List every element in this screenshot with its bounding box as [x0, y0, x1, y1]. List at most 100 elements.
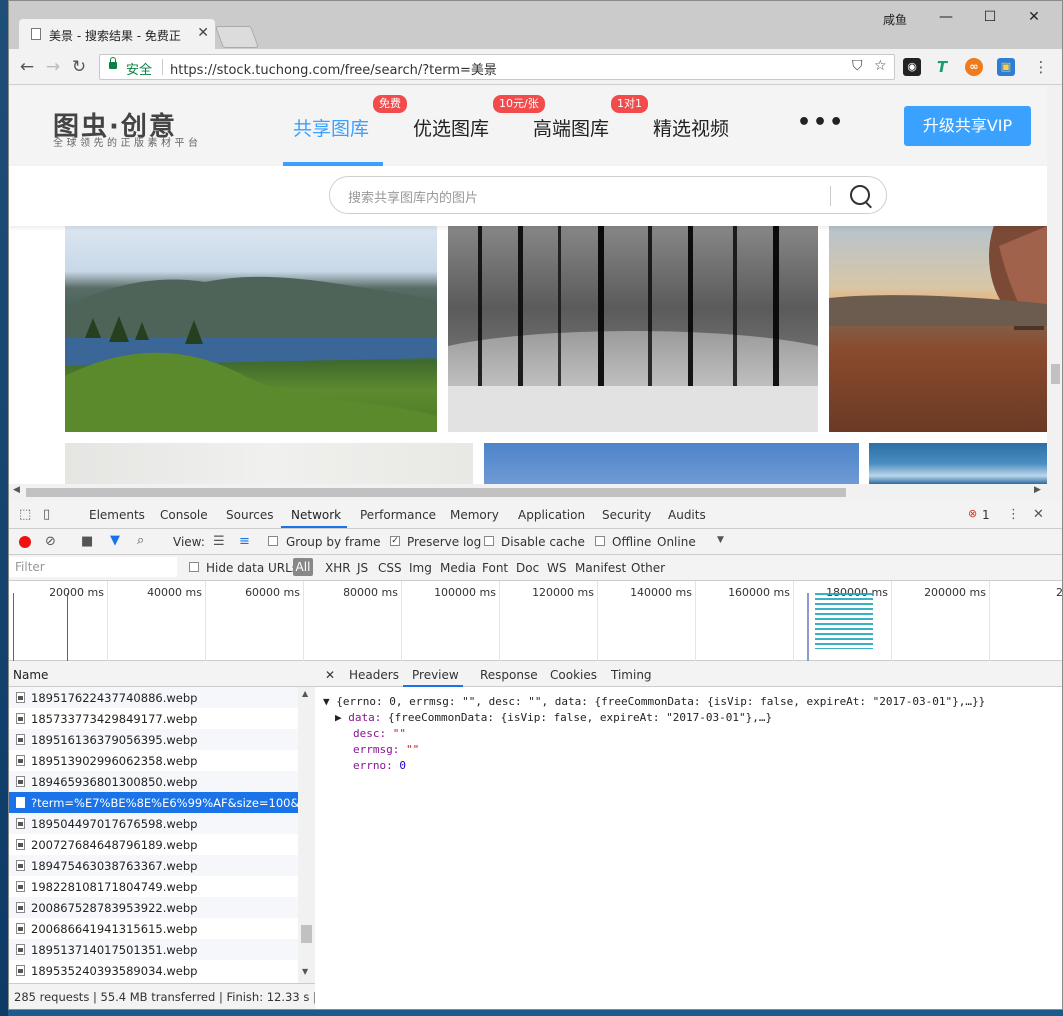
page-scroll-thumb[interactable]	[1051, 364, 1060, 384]
tab-console[interactable]: Console	[160, 508, 208, 522]
scroll-down-icon[interactable]: ▼	[302, 967, 308, 976]
expand-triangle-icon[interactable]: ▼	[323, 695, 330, 708]
group-by-frame-checkbox[interactable]	[268, 536, 278, 546]
devtools-close-icon[interactable]: ✕	[1033, 507, 1044, 522]
tab-application[interactable]: Application	[518, 508, 585, 522]
record-icon[interactable]	[19, 536, 31, 548]
request-list-scroll-thumb[interactable]	[301, 925, 312, 943]
request-row[interactable]: 189465936801300850.webp	[9, 771, 298, 792]
tab-security[interactable]: Security	[602, 508, 651, 522]
filter-icon[interactable]: ▼	[110, 533, 120, 548]
type-filter-js[interactable]: JS	[357, 561, 368, 575]
extension-t-icon[interactable]: T	[933, 58, 951, 76]
waterfall-view-icon[interactable]: ≡	[239, 534, 250, 549]
preserve-log-checkbox[interactable]: ✓	[390, 536, 400, 546]
large-rows-icon[interactable]: ☰	[213, 534, 225, 549]
filter-input[interactable]: Filter	[9, 557, 177, 577]
request-row[interactable]: 189513902996062358.webp	[9, 750, 298, 771]
request-row[interactable]: 200867528783953922.webp	[9, 897, 298, 918]
page-hscroll-thumb[interactable]	[26, 488, 846, 497]
nav-premium-library[interactable]: 优选图库	[413, 114, 489, 141]
throttle-chevron-down-icon[interactable]: ▼	[717, 535, 724, 545]
type-filter-other[interactable]: Other	[631, 561, 665, 575]
network-overview-timeline[interactable]: 20000 ms 40000 ms 60000 ms 80000 ms 100000 m…	[9, 581, 1062, 661]
photo-ocean-waves[interactable]	[869, 443, 1047, 484]
forward-icon[interactable]: →	[41, 55, 65, 79]
type-filter-img[interactable]: Img	[409, 561, 432, 575]
detail-tab-cookies[interactable]: Cookies	[550, 668, 597, 682]
type-filter-font[interactable]: Font	[482, 561, 508, 575]
tab-close-icon[interactable]: ✕	[197, 25, 209, 41]
extension-ghost-icon[interactable]: ◉	[903, 58, 921, 76]
photo-lake-landscape[interactable]	[65, 226, 437, 432]
back-icon[interactable]: ←	[15, 55, 39, 79]
request-row[interactable]: 189516136379056395.webp	[9, 729, 298, 750]
menu-icon[interactable]: ⋮	[1029, 55, 1053, 79]
type-filter-media[interactable]: Media	[440, 561, 476, 575]
photo-hot-air-balloon[interactable]	[829, 226, 1047, 432]
request-row[interactable]: ?term=%E7%BE%8E%E6%99%AF&size=100&page	[9, 792, 298, 813]
page-vertical-scrollbar[interactable]	[1047, 86, 1062, 484]
request-row[interactable]: 198228108171804749.webp	[9, 876, 298, 897]
request-row[interactable]: 189504497017676598.webp	[9, 813, 298, 834]
upgrade-vip-button[interactable]: 升级共享VIP	[904, 106, 1031, 146]
tab-network[interactable]: Network	[291, 508, 341, 522]
nav-more-icon[interactable]: •••	[797, 110, 845, 135]
url-text[interactable]: https://stock.tuchong.com/free/search/?t…	[170, 59, 497, 78]
scroll-up-icon[interactable]: ▲	[302, 689, 308, 698]
tab-performance[interactable]: Performance	[360, 508, 436, 522]
capture-screenshots-icon[interactable]: ■	[81, 534, 93, 549]
request-row[interactable]: 189475463038763367.webp	[9, 855, 298, 876]
detail-tab-timing[interactable]: Timing	[611, 668, 652, 682]
clear-icon[interactable]: ⊘	[45, 534, 56, 549]
tab-elements[interactable]: Elements	[89, 508, 145, 522]
browser-tab[interactable]: 美景 - 搜索结果 - 免费正 ✕	[19, 19, 215, 49]
photo-bw-forest[interactable]	[448, 226, 818, 432]
error-icon[interactable]: ⊗	[968, 507, 977, 520]
search-input[interactable]: 搜索共享图库内的图片	[329, 176, 887, 214]
preview-root[interactable]: ▼ {errno: 0, errmsg: "", desc: "", data:…	[323, 695, 985, 708]
request-row[interactable]: 200727684648796189.webp	[9, 834, 298, 855]
address-bar[interactable]: 安全 https://stock.tuchong.com/free/search…	[99, 54, 895, 80]
search-network-icon[interactable]: ⌕	[137, 533, 144, 548]
tab-sources[interactable]: Sources	[226, 508, 273, 522]
nav-high-end-library[interactable]: 高端图库	[533, 114, 609, 141]
extension-camera-icon[interactable]: ▣	[997, 58, 1015, 76]
throttle-select[interactable]: Online	[657, 535, 696, 549]
request-list-scrollbar[interactable]: ▲ ▼	[298, 687, 315, 983]
name-column-header[interactable]: Name	[9, 661, 315, 687]
scroll-right-icon[interactable]: ▶	[1034, 485, 1041, 495]
new-tab-button[interactable]	[214, 26, 260, 48]
minimize-button[interactable]: —	[923, 5, 969, 29]
request-row[interactable]: 189513714017501351.webp	[9, 939, 298, 960]
disable-cache-checkbox[interactable]	[484, 536, 494, 546]
detail-tab-response[interactable]: Response	[480, 668, 538, 682]
reload-icon[interactable]: ↻	[67, 55, 91, 79]
page-horizontal-scrollbar[interactable]: ◀ ▶	[9, 484, 1047, 501]
detail-tab-preview[interactable]: Preview	[412, 668, 459, 682]
search-icon[interactable]	[850, 185, 870, 205]
type-filter-doc[interactable]: Doc	[516, 561, 539, 575]
close-button[interactable]: ✕	[1011, 5, 1057, 29]
tab-memory[interactable]: Memory	[450, 508, 499, 522]
type-filter-manifest[interactable]: Manifest	[575, 561, 626, 575]
tab-audits[interactable]: Audits	[668, 508, 706, 522]
preview-data-row[interactable]: ▶ data: {freeCommonData: {isVip: false, …	[335, 711, 772, 724]
photo-foggy[interactable]	[65, 443, 473, 484]
device-toolbar-icon[interactable]: ▯	[43, 507, 50, 522]
error-count[interactable]: 1	[982, 508, 990, 522]
inspect-element-icon[interactable]: ⬚	[19, 507, 31, 522]
type-filter-xhr[interactable]: XHR	[325, 561, 351, 575]
devtools-menu-icon[interactable]: ⋮	[1007, 507, 1020, 522]
request-row[interactable]: 185733773429849177.webp	[9, 708, 298, 729]
detail-close-icon[interactable]: ✕	[325, 668, 335, 682]
detail-tab-headers[interactable]: Headers	[349, 668, 399, 682]
nav-shared-library[interactable]: 共享图库	[293, 114, 369, 141]
profile-name[interactable]: 咸鱼	[883, 11, 907, 28]
maximize-button[interactable]: ☐	[967, 5, 1013, 29]
type-filter-ws[interactable]: WS	[547, 561, 566, 575]
request-row[interactable]: 189517622437740886.webp	[9, 687, 298, 708]
extension-infinity-icon[interactable]: ∞	[965, 58, 983, 76]
nav-featured-video[interactable]: 精选视频	[653, 114, 729, 141]
scroll-left-icon[interactable]: ◀	[13, 485, 20, 495]
